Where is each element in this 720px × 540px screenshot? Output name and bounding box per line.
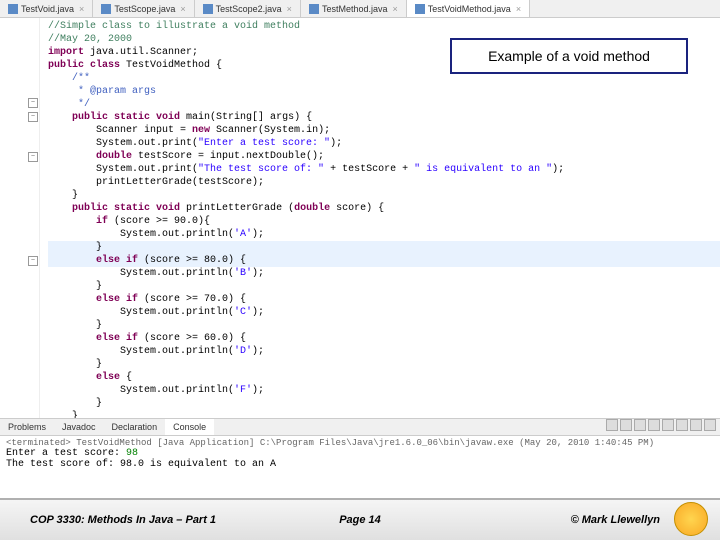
display-console-icon[interactable] bbox=[690, 419, 702, 431]
console-tab[interactable]: Console bbox=[165, 419, 214, 435]
close-icon[interactable]: × bbox=[287, 4, 292, 14]
annotation-callout: Example of a void method bbox=[450, 38, 688, 74]
java-file-icon bbox=[415, 4, 425, 14]
console-line: Enter a test score: 98 bbox=[6, 448, 714, 459]
code-content: //Simple class to illustrate a void meth… bbox=[0, 18, 720, 418]
tab-0[interactable]: TestVoid.java× bbox=[0, 0, 93, 17]
declaration-tab[interactable]: Declaration bbox=[104, 419, 166, 435]
console-output[interactable]: <terminated> TestVoidMethod [Java Applic… bbox=[0, 436, 720, 484]
scroll-lock-icon[interactable] bbox=[662, 419, 674, 431]
tab-1[interactable]: TestScope.java× bbox=[93, 0, 194, 17]
tab-2[interactable]: TestScope2.java× bbox=[195, 0, 301, 17]
close-icon[interactable]: × bbox=[79, 4, 84, 14]
tab-4[interactable]: TestVoidMethod.java× bbox=[407, 0, 530, 17]
callout-text: Example of a void method bbox=[488, 48, 650, 64]
remove-launch-icon[interactable] bbox=[620, 419, 632, 431]
remove-all-icon[interactable] bbox=[634, 419, 646, 431]
java-file-icon bbox=[203, 4, 213, 14]
javadoc-tab[interactable]: Javadoc bbox=[54, 419, 104, 435]
close-icon[interactable]: × bbox=[180, 4, 185, 14]
java-file-icon bbox=[8, 4, 18, 14]
java-file-icon bbox=[309, 4, 319, 14]
footer-page: Page 14 bbox=[339, 514, 381, 526]
console-line: The test score of: 98.0 is equivalent to… bbox=[6, 459, 714, 470]
terminate-icon[interactable] bbox=[606, 419, 618, 431]
pin-console-icon[interactable] bbox=[676, 419, 688, 431]
open-console-icon[interactable] bbox=[704, 419, 716, 431]
problems-tab[interactable]: Problems bbox=[0, 419, 54, 435]
tab-3[interactable]: TestMethod.java× bbox=[301, 0, 407, 17]
code-editor[interactable]: − − − − //Simple class to illustrate a v… bbox=[0, 18, 720, 418]
console-header: <terminated> TestVoidMethod [Java Applic… bbox=[6, 438, 714, 448]
clear-console-icon[interactable] bbox=[648, 419, 660, 431]
close-icon[interactable]: × bbox=[516, 4, 521, 14]
footer-course: COP 3330: Methods In Java – Part 1 bbox=[0, 514, 216, 526]
ucf-logo-icon bbox=[674, 502, 708, 536]
slide-footer: COP 3330: Methods In Java – Part 1 Page … bbox=[0, 498, 720, 540]
editor-tabs: TestVoid.java× TestScope.java× TestScope… bbox=[0, 0, 720, 18]
console-tabs: Problems Javadoc Declaration Console bbox=[0, 418, 720, 436]
console-toolbar bbox=[606, 419, 720, 435]
java-file-icon bbox=[101, 4, 111, 14]
close-icon[interactable]: × bbox=[392, 4, 397, 14]
